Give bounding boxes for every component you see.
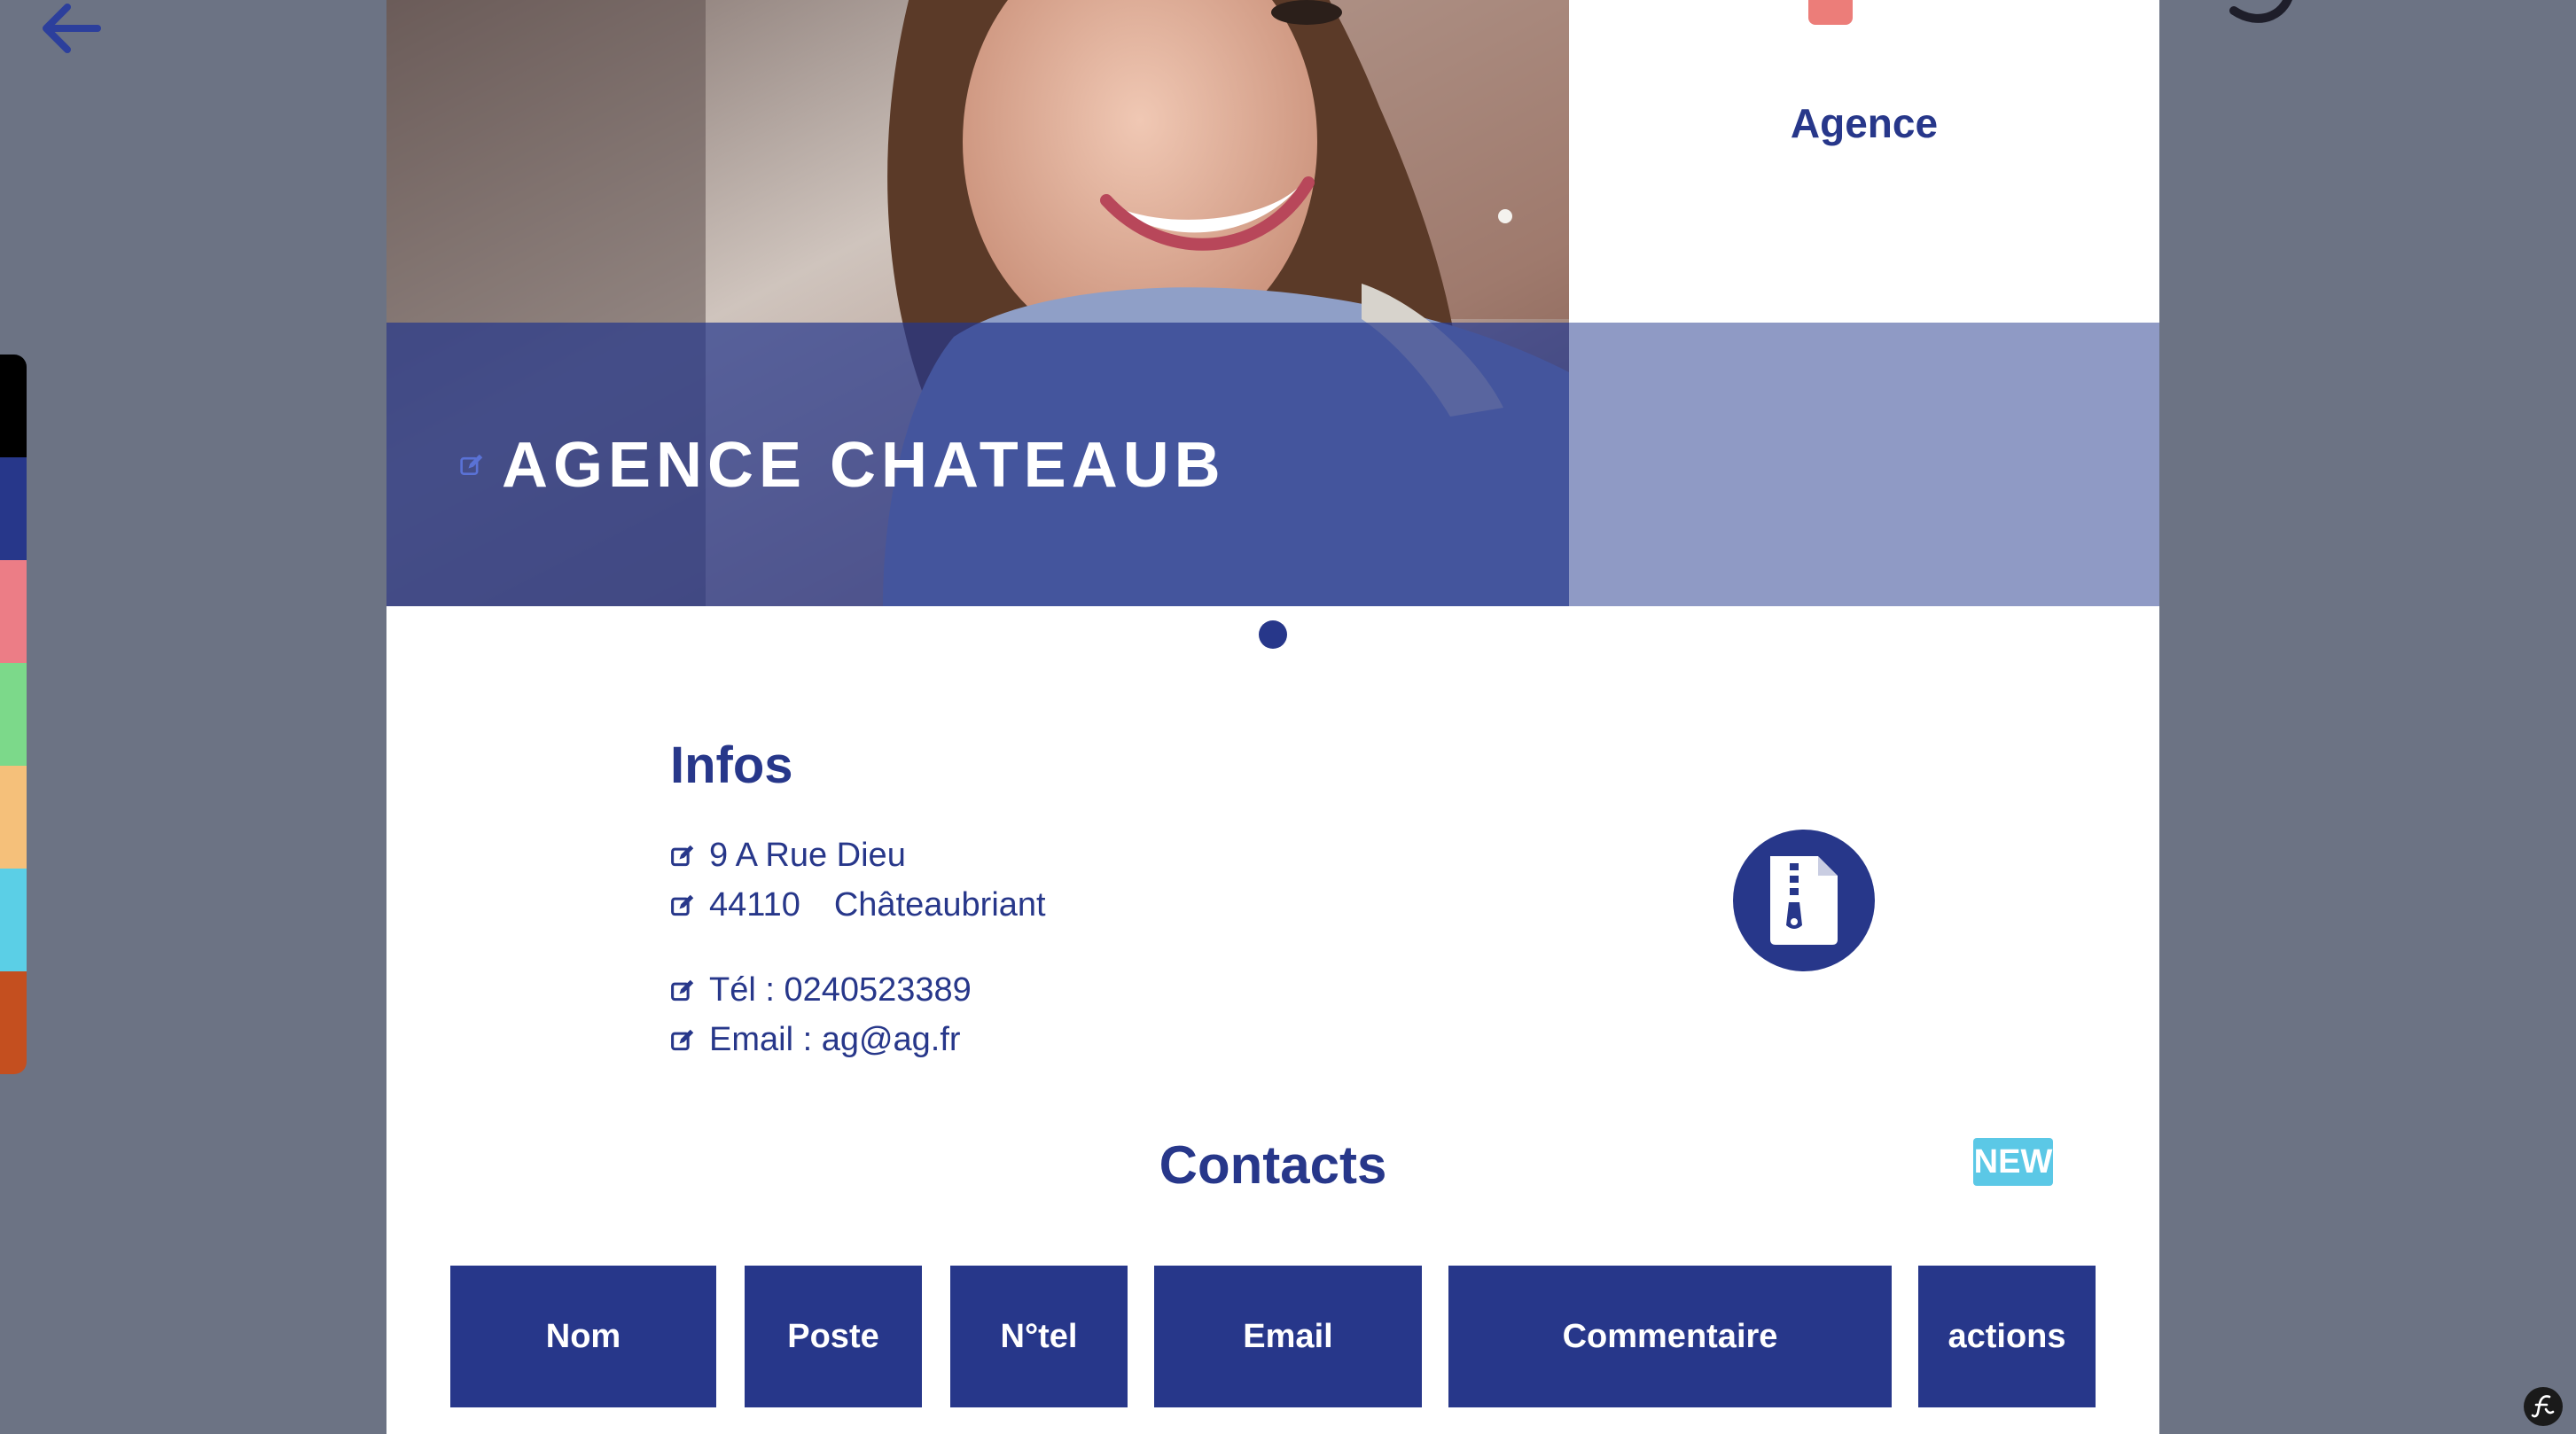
symfony-logo-icon[interactable] [2523, 1386, 2564, 1427]
address-line: 9 A Rue Dieu [670, 837, 906, 875]
file-zip-icon [1770, 856, 1838, 945]
theme-color-orange[interactable] [0, 766, 27, 869]
table-header-actions[interactable]: actions [1918, 1266, 2096, 1407]
city-text: Châteaubriant [833, 886, 1046, 924]
edit-icon[interactable] [670, 978, 695, 1003]
theme-color-green[interactable] [0, 663, 27, 766]
agency-card: AGENCE CHATEAUB Agence Infos 9 A Rue Die… [386, 0, 2292, 1434]
download-zip-button[interactable] [1733, 830, 1875, 971]
carousel-dot[interactable] [1259, 620, 1287, 649]
infos-title: Infos [670, 736, 793, 794]
theme-color-pink[interactable] [0, 560, 27, 663]
agency-type-label: Agence [1790, 100, 1939, 146]
contacts-title: Contacts [1159, 1135, 1387, 1195]
edit-icon[interactable] [670, 893, 695, 918]
new-contact-button[interactable]: NEW [1973, 1138, 2053, 1186]
edit-icon[interactable] [670, 1028, 695, 1053]
table-header-ntel[interactable]: N°tel [950, 1266, 1128, 1407]
theme-color-bar [0, 355, 27, 1074]
table-header-email[interactable]: Email [1154, 1266, 1422, 1407]
phone-text: Tél : 0240523389 [709, 971, 972, 1009]
theme-color-cyan[interactable] [0, 869, 27, 971]
agency-type-panel: Agence [1569, 0, 2292, 323]
agency-title: AGENCE CHATEAUB [502, 430, 1226, 501]
edit-icon[interactable] [670, 844, 695, 869]
hero-banner: AGENCE CHATEAUB [386, 0, 1569, 606]
hero-title-row: AGENCE CHATEAUB [459, 429, 1226, 502]
postal-code-text: 44110 [709, 886, 800, 924]
city-line: 44110 Châteaubriant [670, 886, 1046, 924]
edit-icon[interactable] [459, 453, 484, 478]
theme-color-black[interactable] [0, 355, 27, 457]
dial-icon [2229, 0, 2292, 23]
address-text: 9 A Rue Dieu [709, 837, 906, 874]
pink-marker [1808, 0, 1853, 25]
email-line: Email : ag@ag.fr [670, 1021, 961, 1059]
theme-color-rust[interactable] [0, 971, 27, 1074]
theme-color-blue[interactable] [0, 457, 27, 560]
table-header-nom[interactable]: Nom [450, 1266, 716, 1407]
back-arrow-icon[interactable] [35, 0, 106, 57]
email-text: Email : ag@ag.fr [709, 1021, 961, 1058]
phone-line: Tél : 0240523389 [670, 971, 972, 1009]
table-header-commentaire[interactable]: Commentaire [1448, 1266, 1892, 1407]
table-header-poste[interactable]: Poste [745, 1266, 922, 1407]
side-accent-panel [1569, 323, 2159, 606]
